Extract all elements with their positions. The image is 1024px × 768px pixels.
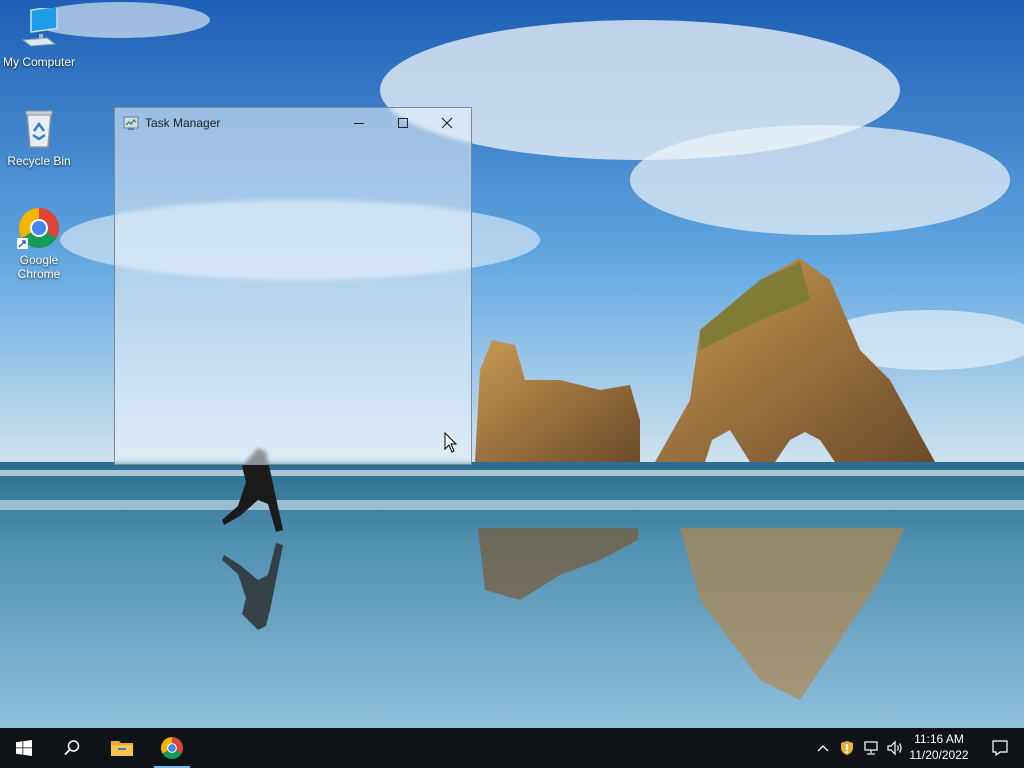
desktop-icon-google-chrome[interactable]: Google Chrome — [0, 206, 78, 281]
desktop-icon-my-computer[interactable]: My Computer — [0, 8, 78, 69]
chrome-taskbar-button[interactable] — [148, 728, 196, 768]
window-titlebar[interactable]: Task Manager — [115, 108, 471, 138]
tray-network[interactable] — [859, 728, 883, 768]
taskbar-clock[interactable]: 11:16 AM 11/20/2022 — [906, 731, 972, 763]
clock-time: 11:16 AM — [914, 732, 964, 746]
computer-icon — [21, 8, 58, 47]
desktop-icon-recycle-bin[interactable]: Recycle Bin — [0, 107, 78, 168]
task-manager-window[interactable]: Task Manager — [114, 107, 472, 465]
file-explorer-button[interactable] — [98, 728, 146, 768]
window-title: Task Manager — [145, 116, 221, 130]
start-button[interactable] — [0, 728, 48, 768]
chevron-up-icon — [817, 745, 829, 752]
clock-date: 11/20/2022 — [909, 748, 969, 762]
file-explorer-icon — [111, 741, 133, 756]
search-icon — [64, 740, 80, 756]
maximize-icon — [398, 118, 408, 128]
tray-volume[interactable] — [883, 728, 907, 768]
task-manager-icon — [123, 116, 139, 130]
chrome-icon — [17, 208, 59, 249]
taskbar: 11:16 AM 11/20/2022 — [0, 728, 1024, 768]
chrome-icon — [161, 737, 183, 759]
volume-icon — [887, 740, 902, 756]
minimize-icon — [354, 123, 364, 124]
security-shield-icon — [841, 741, 853, 755]
show-hidden-icons-button[interactable] — [811, 728, 835, 768]
recycle-bin-icon — [25, 110, 53, 148]
desktop-icon-label: My Computer — [2, 55, 76, 69]
maximize-button[interactable] — [381, 108, 425, 138]
action-center-button[interactable] — [976, 728, 1024, 768]
notification-icon — [992, 740, 1008, 757]
close-button[interactable] — [425, 108, 469, 138]
desktop-icon-label: Recycle Bin — [7, 154, 71, 168]
windows-start-icon — [16, 740, 32, 756]
tray-security[interactable] — [835, 728, 859, 768]
desktop-icon-label: Google Chrome — [17, 253, 61, 281]
mouse-cursor-icon — [444, 432, 458, 453]
minimize-button[interactable] — [337, 108, 381, 138]
close-icon — [441, 117, 453, 129]
search-button[interactable] — [48, 728, 96, 768]
desktop: My Computer Recycle Bin Google Chrome Ta… — [0, 0, 1024, 728]
network-icon — [864, 741, 878, 755]
